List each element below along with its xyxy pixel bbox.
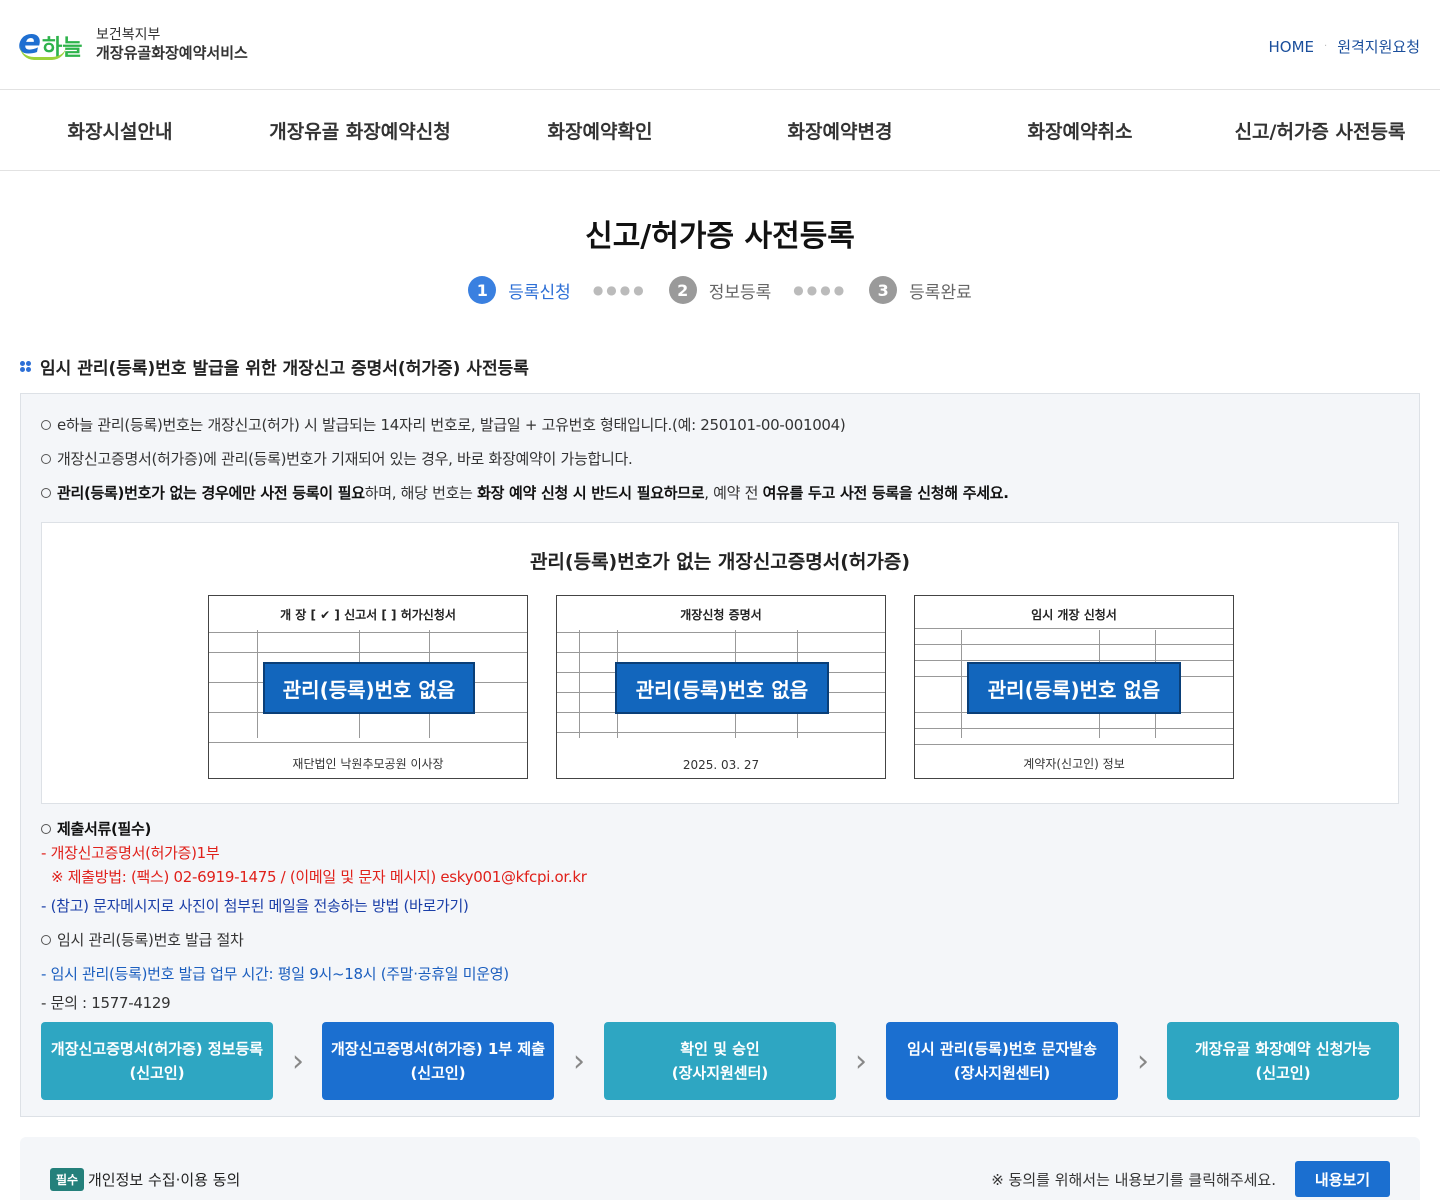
doc-head: 임시 개장 신청서 [1031, 608, 1117, 622]
step-indicator: 1 등록신청 ●●●● 2 정보등록 ●●●● 3 등록완료 [0, 275, 1440, 305]
info-line-2: 개장신고증명서(허가증)에 관리(등록)번호가 기재되어 있는 경우, 바로 화… [41, 448, 633, 469]
site-header: e 하늘 보건복지부 개장유골화장예약서비스 HOME · 원격지원요청 [0, 0, 1440, 90]
doc-foot: 계약자(신고인) 정보 [1023, 757, 1125, 771]
chevron-right-icon: › [573, 1043, 585, 1079]
sample-title: 관리(등록)번호가 없는 개장신고증명서(허가증) [529, 551, 911, 573]
procedure-title: 임시 관리(등록)번호 발급 절차 [41, 929, 244, 950]
bullet-icon [20, 360, 32, 373]
required-doc-item: - 개장신고증명서(허가증)1부 [41, 844, 220, 862]
chevron-right-icon: › [292, 1043, 304, 1079]
link-separator: · [1324, 41, 1328, 52]
no-registration-number-badge: 관리(등록)번호 없음 [615, 662, 829, 714]
no-registration-number-badge: 관리(등록)번호 없음 [967, 662, 1181, 714]
sample-document-1: 개 장 [ ✔ ] 신고서 [ ] 허가신청서 관리(등록)번호 없음 재단법인… [208, 595, 528, 779]
info-line-1: e하늘 관리(등록)번호는 개장신고(허가) 시 발급되는 14자리 번호로, … [41, 414, 846, 435]
step-3: 3 등록완료 [869, 276, 972, 304]
site-logo[interactable]: e 하늘 보건복지부 개장유골화장예약서비스 [18, 24, 248, 64]
no-registration-number-badge: 관리(등록)번호 없음 [263, 662, 475, 714]
required-docs-title: 제출서류(필수) [41, 818, 151, 839]
doc-head: 개장신청 증명서 [680, 608, 762, 622]
info-line-3: 관리(등록)번호가 없는 경우에만 사전 등록이 필요하며, 해당 번호는 화장… [41, 482, 1009, 503]
sample-document-2: 개장신청 증명서 관리(등록)번호 없음 2025. 03. 27 [556, 595, 886, 779]
privacy-consent: 필수 개인정보 수집·이용 동의 ※ 동의를 위해서는 내용보기를 클릭해주세요… [20, 1137, 1420, 1200]
nav-reservation-check[interactable]: 화장예약확인 [480, 90, 720, 170]
sample-document-3: 임시 개장 신청서 관리(등록)번호 없음 계약자(신고인) 정보 [914, 595, 1234, 779]
chevron-right-icon: › [1137, 1043, 1149, 1079]
step-dots: ●●●● [793, 283, 848, 297]
section-heading: 임시 관리(등록)번호 발급을 위한 개장신고 증명서(허가증) 사전등록 [20, 354, 529, 379]
step-label: 등록신청 [508, 282, 571, 303]
page-title: 신고/허가증 사전등록 [585, 219, 855, 254]
doc-foot: 2025. 03. 27 [682, 758, 760, 772]
flow-step-4: 임시 관리(등록)번호 문자발송 (장사지원센터) [886, 1022, 1118, 1100]
flow-step-5: 개장유골 화장예약 신청가능 (신고인) [1167, 1022, 1399, 1100]
top-links: HOME · 원격지원요청 [1268, 36, 1420, 57]
main-nav: 화장시설안내 개장유골 화장예약신청 화장예약확인 화장예약변경 화장예약취소 … [0, 90, 1440, 171]
section-heading-text: 임시 관리(등록)번호 발급을 위한 개장신고 증명서(허가증) 사전등록 [40, 359, 529, 379]
nav-reservation-change[interactable]: 화장예약변경 [720, 90, 960, 170]
consent-title: 개인정보 수집·이용 동의 [88, 1171, 241, 1189]
nav-reservation-apply[interactable]: 개장유골 화장예약신청 [240, 90, 480, 170]
service-name: 개장유골화장예약서비스 [96, 44, 248, 62]
flow-step-3: 확인 및 승인 (장사지원센터) [604, 1022, 836, 1100]
doc-foot: 재단법인 낙원추모공원 이사장 [292, 757, 444, 771]
home-link[interactable]: HOME [1268, 38, 1314, 56]
step-1: 1 등록신청 [468, 276, 571, 304]
nav-facility-info[interactable]: 화장시설안내 [0, 90, 240, 170]
procedure-flow: 개장신고증명서(허가증) 정보등록 (신고인) › 개장신고증명서(허가증) 1부… [41, 1022, 1399, 1100]
doc-head: 개 장 [ ✔ ] 신고서 [ ] 허가신청서 [280, 608, 456, 622]
step-2: 2 정보등록 [668, 276, 772, 304]
ministry-name: 보건복지부 [96, 27, 161, 43]
contact-number: - 문의 : 1577-4129 [41, 994, 171, 1012]
consent-note: ※ 동의를 위해서는 내용보기를 클릭해주세요. [991, 1171, 1276, 1189]
nav-reservation-cancel[interactable]: 화장예약취소 [960, 90, 1200, 170]
reference-link[interactable]: - (참고) 문자메시지로 사진이 첨부된 메일을 전송하는 방법 (바로가기) [41, 895, 469, 916]
sample-documents-panel: 관리(등록)번호가 없는 개장신고증명서(허가증) 개 장 [ ✔ ] 신고서 … [41, 522, 1399, 804]
view-content-button[interactable]: 내용보기 [1295, 1161, 1390, 1197]
flow-step-2: 개장신고증명서(허가증) 1부 제출 (신고인) [322, 1022, 554, 1100]
step-dots: ●●●● [592, 283, 647, 297]
ehaneul-logo-icon: e 하늘 [18, 24, 90, 64]
chevron-right-icon: › [855, 1043, 867, 1079]
info-box: e하늘 관리(등록)번호는 개장신고(허가) 시 발급되는 14자리 번호로, … [20, 393, 1420, 1117]
step-label: 정보등록 [708, 282, 772, 303]
required-badge: 필수 [50, 1168, 85, 1191]
remote-support-link[interactable]: 원격지원요청 [1337, 36, 1420, 57]
nav-pre-registration[interactable]: 신고/허가증 사전등록 [1200, 90, 1440, 170]
step-number: 3 [869, 276, 898, 304]
step-number: 1 [468, 276, 497, 304]
flow-step-1: 개장신고증명서(허가증) 정보등록 (신고인) [41, 1022, 273, 1100]
business-hours: - 임시 관리(등록)번호 발급 업무 시간: 평일 9시~18시 (주말·공휴… [41, 965, 509, 983]
step-label: 등록완료 [909, 282, 972, 303]
submission-method: ※ 제출방법: (팩스) 02-6919-1475 / (이메일 및 문자 메시… [51, 868, 587, 886]
step-number: 2 [668, 276, 697, 304]
